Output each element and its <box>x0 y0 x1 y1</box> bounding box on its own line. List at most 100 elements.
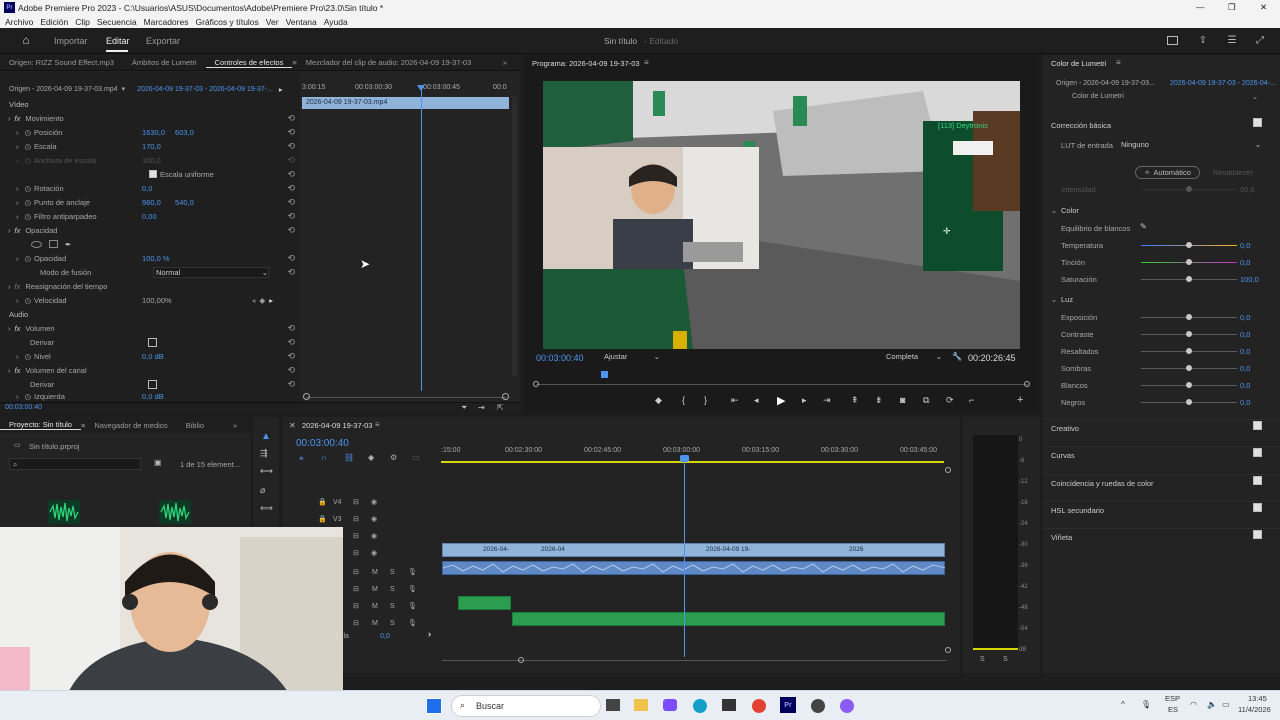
ripple-edit-tool-icon[interactable]: ⟷ <box>260 466 273 477</box>
reset-vol-canal-icon[interactable]: ⟲ <box>287 365 295 376</box>
audio-clip-a4[interactable] <box>512 612 945 626</box>
project-search-input[interactable]: ⌕ <box>9 458 141 470</box>
extract-icon[interactable]: ⇟ <box>875 395 883 406</box>
workspaces-icon[interactable]: ☰ <box>1226 34 1238 46</box>
mic-icon[interactable]: 🎙 <box>408 568 417 576</box>
ec-pos-x[interactable]: 1630,0 <box>142 128 175 137</box>
reset-button[interactable]: Restablecer <box>1213 168 1253 177</box>
hsl-checkbox[interactable] <box>1253 503 1262 512</box>
tab-biblio[interactable]: Biblio <box>177 421 213 430</box>
volume-icon[interactable]: 🔈 <box>1207 700 1217 709</box>
ec-opacidad-value[interactable]: 100,0 % <box>142 254 170 263</box>
video-clip-v1[interactable]: 2026-04- 2026-04 2026-04-09 19- 2026 <box>442 543 945 557</box>
linked-selection-icon[interactable]: ⛓ <box>344 453 354 462</box>
section-luz[interactable]: Luz <box>1061 295 1073 304</box>
fx-icon[interactable]: fx <box>15 324 21 333</box>
section-vineta[interactable]: Viñeta <box>1043 528 1280 542</box>
som-slider[interactable] <box>1141 365 1237 371</box>
con-value[interactable]: 0,0 <box>1240 330 1250 339</box>
loop-icon[interactable]: ⟳ <box>946 395 954 406</box>
solo-right-button[interactable]: S <box>1003 656 1008 663</box>
lift-icon[interactable]: ⇞ <box>851 395 859 406</box>
windows-start-icon[interactable] <box>426 698 442 714</box>
marker-icon[interactable]: ◆ <box>368 453 374 462</box>
ruedas-checkbox[interactable] <box>1253 476 1262 485</box>
clock-time[interactable]: 13:45 <box>1248 694 1267 703</box>
tint-knob[interactable] <box>1186 259 1192 265</box>
ec-movimiento[interactable]: Movimiento <box>25 114 63 123</box>
res-knob[interactable] <box>1186 348 1192 354</box>
solo-button[interactable]: S <box>390 620 395 627</box>
fusion-select[interactable]: Normal ⌄ <box>153 266 269 278</box>
vertical-scroll-handle-top[interactable] <box>945 467 951 473</box>
sync-icon[interactable]: ⊟ <box>353 602 359 610</box>
stopwatch-icon[interactable]: ◷ <box>25 352 32 361</box>
new-bin-icon[interactable]: ▣ <box>154 458 162 467</box>
close-sequence-icon[interactable]: ✕ <box>289 421 296 430</box>
lumetri-source[interactable]: Origen - 2026-04-09 19-37-03... <box>1056 80 1155 87</box>
creativo-checkbox[interactable] <box>1253 421 1262 430</box>
tint-value[interactable]: 0,0 <box>1240 258 1250 267</box>
chrome-icon[interactable] <box>752 699 766 713</box>
menu-ver[interactable]: Ver <box>266 17 279 27</box>
app-icon[interactable] <box>840 699 854 713</box>
program-video-frame[interactable]: [113] Deytronis ✛ <box>543 81 1020 349</box>
reset-movimiento-icon[interactable]: ⟲ <box>287 113 295 124</box>
reset-anclaje-icon[interactable]: ⟲ <box>287 197 295 208</box>
curvas-checkbox[interactable] <box>1253 448 1262 457</box>
reset-filtro-icon[interactable]: ⟲ <box>287 211 295 222</box>
settings-wrench-icon[interactable]: ⚙ <box>390 453 397 462</box>
ellipse-mask-icon[interactable] <box>31 240 42 248</box>
audio-thumbnail-2[interactable] <box>159 500 191 524</box>
stopwatch-icon[interactable]: ◷ <box>25 128 32 137</box>
ec-rotacion-value[interactable]: 0,0 <box>142 184 152 193</box>
mic-icon[interactable]: 🎙 <box>408 585 417 593</box>
basic-enable-checkbox[interactable] <box>1253 118 1262 127</box>
ec-clip-label[interactable]: 2026-04-09 19-37-03 - 2026-04-09 19-37-.… <box>137 86 273 93</box>
next-keyframe-icon[interactable]: ▸ <box>269 296 273 305</box>
neg-slider[interactable] <box>1141 399 1237 405</box>
tab-exportar[interactable]: Exportar <box>146 36 180 46</box>
obs-icon[interactable] <box>811 699 825 713</box>
ec-opacidad[interactable]: Opacidad <box>25 226 57 235</box>
rectangle-mask-icon[interactable] <box>49 240 58 248</box>
tab-navegador[interactable]: Navegador de medios <box>85 421 176 430</box>
sync-icon[interactable]: ⊟ <box>353 498 359 506</box>
audio-clip-a1[interactable] <box>442 561 945 575</box>
stopwatch-icon[interactable]: ◷ <box>25 184 32 193</box>
add-button[interactable]: + <box>1017 394 1023 406</box>
ec-resig[interactable]: Reasignación del tiempo <box>25 282 107 291</box>
bla-value[interactable]: 0,0 <box>1240 381 1250 390</box>
razor-tool-icon[interactable]: ⌀ <box>260 485 265 496</box>
sync-icon[interactable]: ⊟ <box>353 532 359 540</box>
step-back-icon[interactable]: ◂ <box>754 395 759 406</box>
auto-button[interactable]: ✧ Automático <box>1135 166 1200 179</box>
neg-knob[interactable] <box>1186 399 1192 405</box>
ec-source-label[interactable]: Origen - 2026-04-09 19-37-03.mp4 <box>9 86 118 93</box>
track-select-tool-icon[interactable]: ⇶ <box>260 448 268 459</box>
maximize-button[interactable]: ❐ <box>1228 2 1236 13</box>
store-icon[interactable] <box>722 699 736 711</box>
reset-volumen-icon[interactable]: ⟲ <box>287 323 295 334</box>
section-color[interactable]: Color <box>1061 206 1079 215</box>
timeline-timecode[interactable]: 00:03:00:40 <box>296 438 349 449</box>
ec-volumen[interactable]: Volumen <box>25 324 54 333</box>
reset-derivar-2-icon[interactable]: ⟲ <box>287 379 295 390</box>
section-creativo[interactable]: Creativo <box>1043 419 1280 433</box>
reset-opacidad-value-icon[interactable]: ⟲ <box>287 253 295 264</box>
tab-editar[interactable]: Editar <box>106 36 130 46</box>
minimize-button[interactable]: — <box>1196 2 1205 12</box>
tab-origen[interactable]: Origen: RIZZ Sound Effect.mp3 <box>0 58 123 67</box>
lock-icon[interactable]: 🔒 <box>318 498 327 506</box>
sync-icon[interactable]: ⊟ <box>353 515 359 523</box>
zoom-select[interactable]: Ajustar ⌄ <box>604 352 660 364</box>
lut-select[interactable]: Ninguno ⌄ <box>1121 140 1261 151</box>
quality-select[interactable]: Completa ⌄ <box>886 352 942 364</box>
sat-slider[interactable] <box>1141 276 1237 282</box>
section-curvas[interactable]: Curvas <box>1043 446 1280 460</box>
solo-button[interactable]: S <box>390 586 395 593</box>
program-timecode[interactable]: 00:03:00:40 <box>536 353 584 363</box>
sequence-name[interactable]: 2026-04-09 19-37-03 <box>302 421 372 430</box>
menu-clip[interactable]: Clip <box>75 17 90 27</box>
reset-escala-icon[interactable]: ⟲ <box>287 141 295 152</box>
